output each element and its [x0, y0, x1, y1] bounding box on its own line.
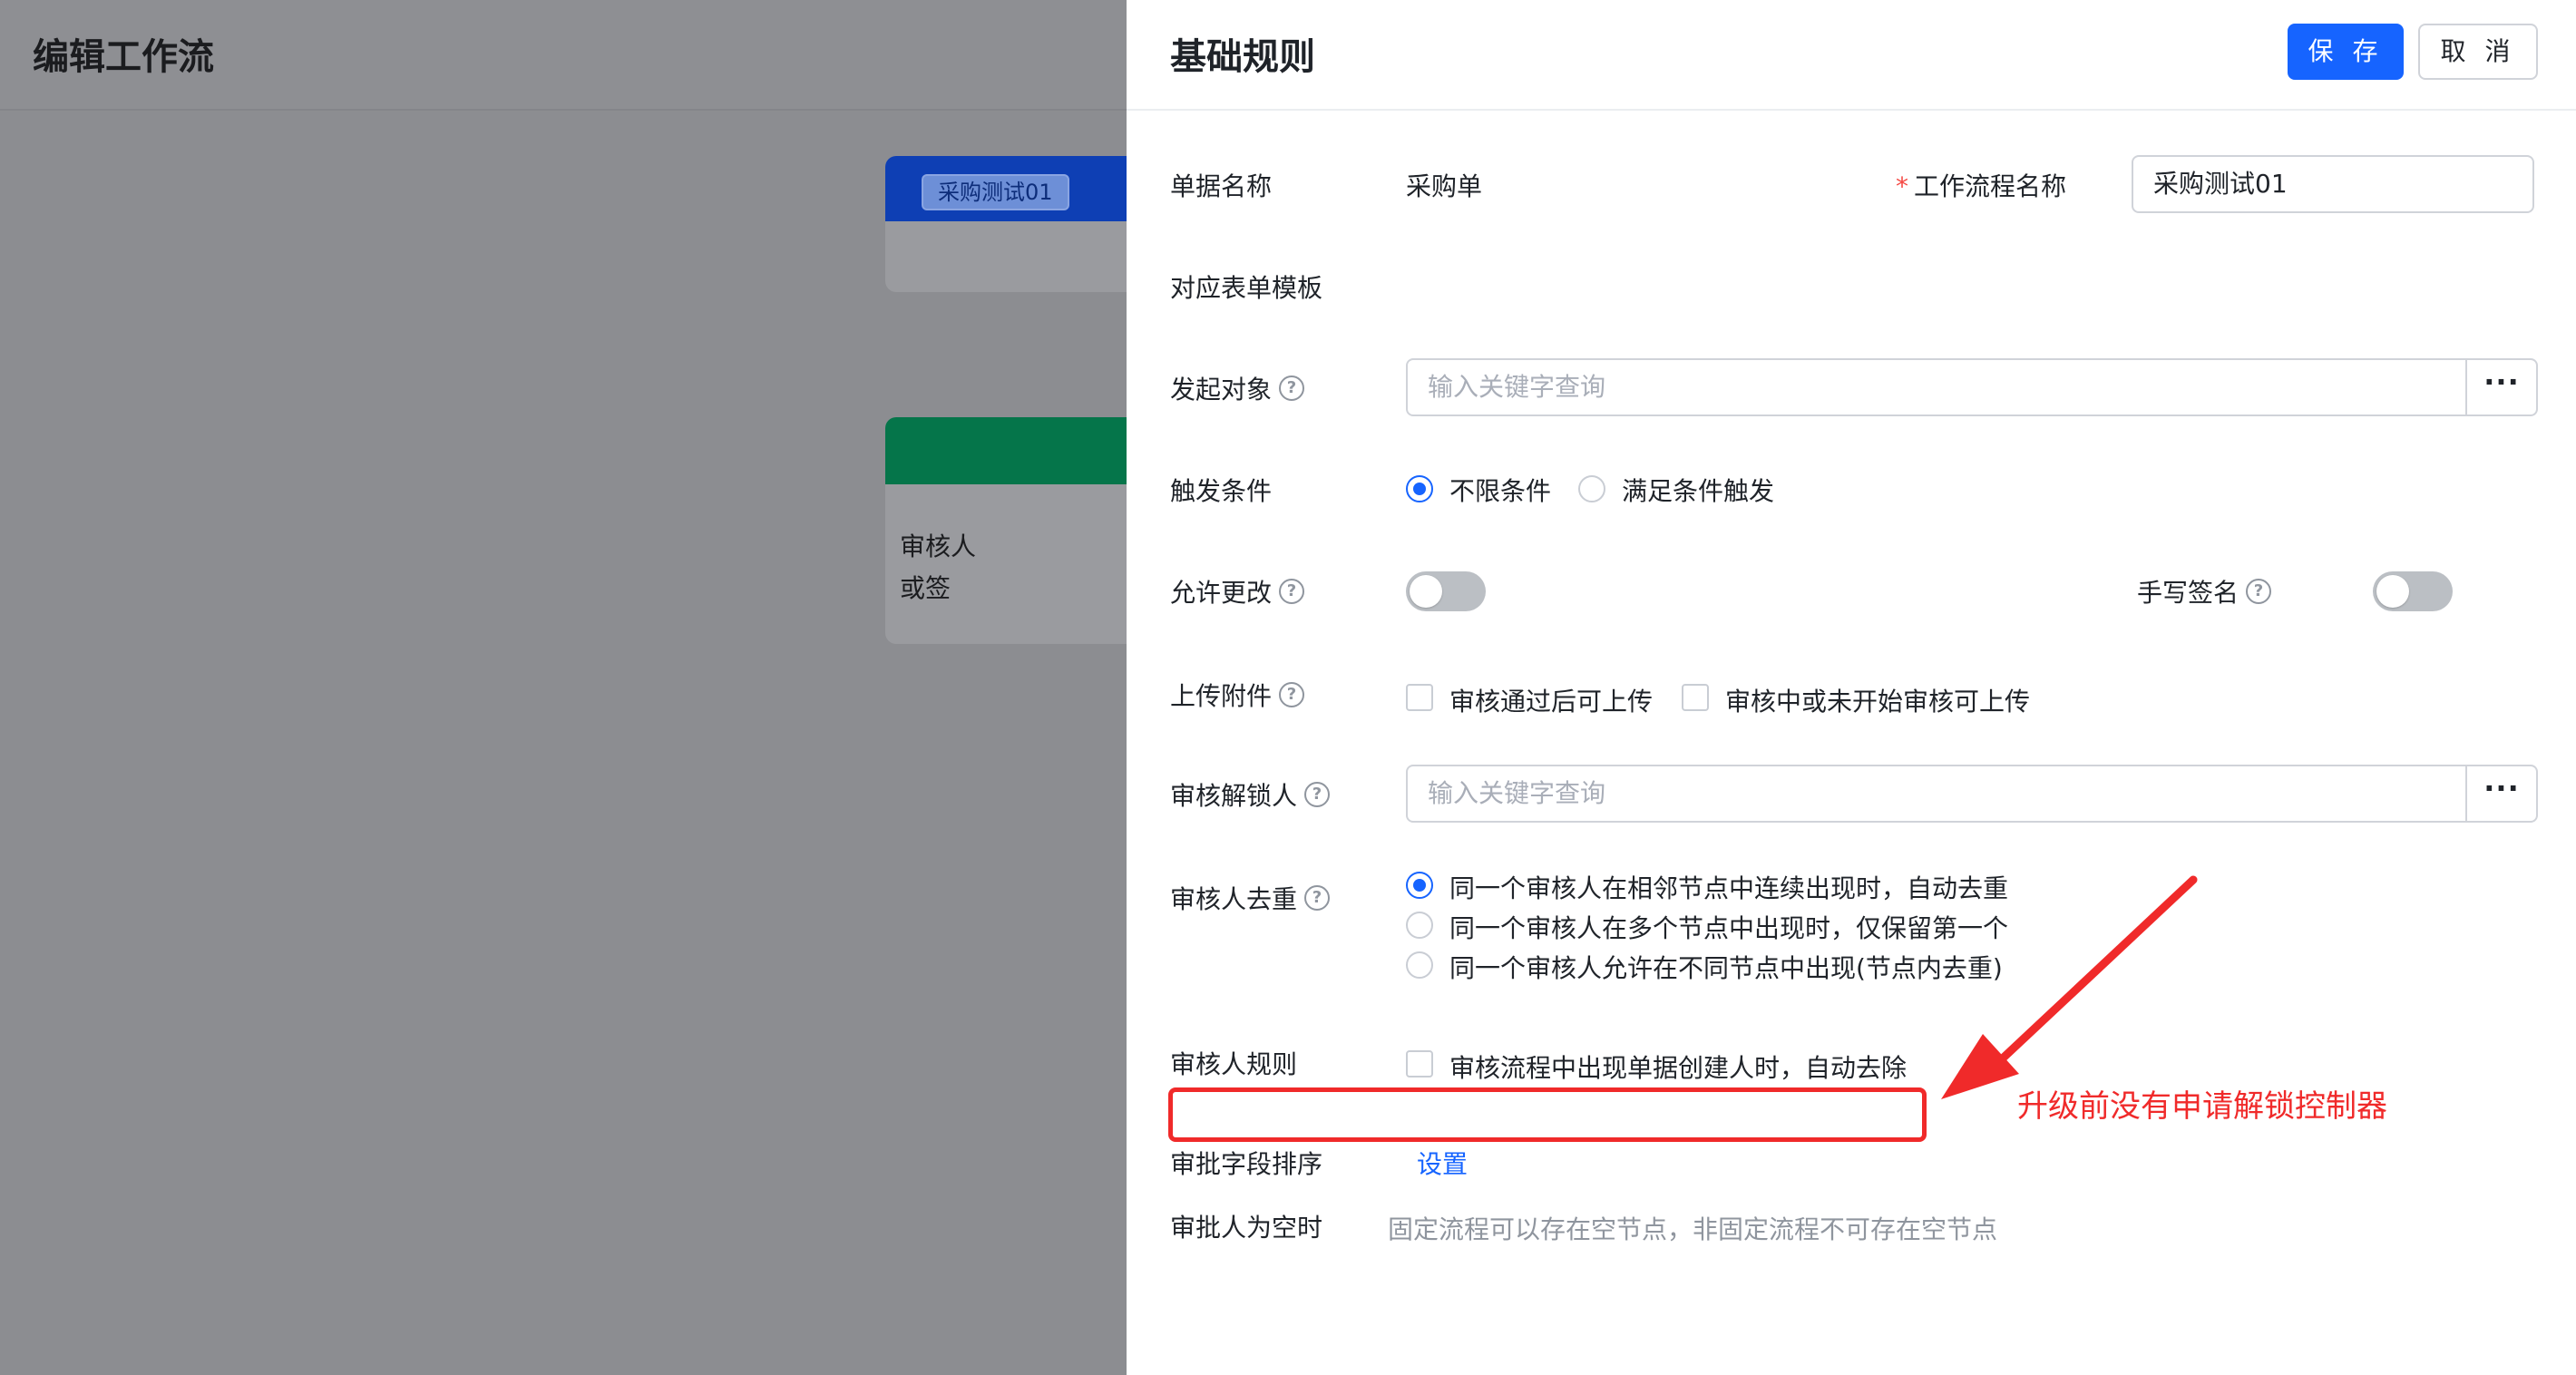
field-sort-label-text: 审批字段排序 — [1170, 1149, 1323, 1179]
upload-after-approval-checkbox[interactable] — [1406, 684, 1433, 711]
trigger-label-text: 触发条件 — [1170, 476, 1273, 506]
workflow-name-label: * 工作流程名称 — [1896, 167, 2066, 203]
remove-creator-label[interactable]: 审核流程中出现单据创建人时，自动去除 — [1449, 1048, 1907, 1085]
background-header: 编辑工作流 — [0, 0, 1127, 111]
trigger-label: 触发条件 — [1170, 472, 1272, 508]
page-title: 编辑工作流 — [33, 36, 214, 78]
allow-change-label: 允许更改? — [1170, 573, 1305, 609]
approver-node-text: 审核人 或签 — [900, 526, 976, 609]
approver-node-line-2: 或签 — [900, 573, 951, 603]
help-icon[interactable]: ? — [2246, 579, 2272, 604]
drawer-header: 基础规则 保 存 取 消 — [1127, 0, 2576, 111]
doc-name-value: 采购单 — [1406, 171, 1483, 201]
signature-label: 手写签名? — [2137, 573, 2272, 609]
doc-name-label: 单据名称 — [1170, 167, 1272, 203]
start-node-header: 采购测试01 — [885, 156, 1127, 221]
approver-node-header — [885, 417, 1127, 484]
doc-name-label-text: 单据名称 — [1170, 171, 1273, 201]
trigger-radio-unlimited[interactable] — [1406, 475, 1433, 502]
dedupe-option-per-node[interactable]: 同一个审核人允许在不同节点中出现(节点内去重) — [1449, 949, 2003, 985]
upload-after-approval-label[interactable]: 审核通过后可上传 — [1449, 682, 1653, 718]
reviewer-rule-label: 审核人规则 — [1170, 1045, 1297, 1081]
dedupe-radio-adjacent[interactable] — [1406, 872, 1433, 899]
allow-change-label-text: 允许更改 — [1170, 578, 1273, 608]
trigger-option-conditional[interactable]: 满足条件触发 — [1622, 472, 1774, 508]
workflow-name-tag: 采购测试01 — [922, 174, 1069, 210]
upload-during-review-checkbox[interactable] — [1682, 684, 1709, 711]
drawer-title: 基础规则 — [1170, 36, 1315, 78]
dedupe-radio-first-only[interactable] — [1406, 912, 1433, 939]
allow-change-toggle[interactable] — [1406, 571, 1486, 611]
unlocker-label: 审核解锁人? — [1170, 776, 1331, 813]
more-dots-icon: ··· — [2483, 771, 2520, 805]
initiator-label: 发起对象? — [1170, 370, 1305, 406]
signature-label-text: 手写签名 — [2137, 578, 2239, 608]
approver-node-line-1: 审核人 — [900, 531, 977, 561]
remove-creator-checkbox[interactable] — [1406, 1050, 1433, 1078]
signature-toggle[interactable] — [2373, 571, 2453, 611]
dedupe-label-text: 审核人去重 — [1170, 884, 1298, 914]
empty-approver-hint: 固定流程可以存在空节点，非固定流程不可存在空节点 — [1388, 1214, 1998, 1244]
field-sort-label: 审批字段排序 — [1170, 1145, 1322, 1181]
reviewer-rule-label-text: 审核人规则 — [1170, 1049, 1298, 1079]
empty-approver-label-text: 审批人为空时 — [1170, 1213, 1323, 1243]
workflow-name-label-text: 工作流程名称 — [1914, 171, 2067, 201]
field-sort-settings-link[interactable]: 设置 — [1417, 1145, 1468, 1181]
help-icon[interactable]: ? — [1304, 885, 1331, 911]
dedupe-radio-per-node[interactable] — [1406, 951, 1433, 979]
help-icon[interactable]: ? — [1279, 375, 1305, 401]
workflow-start-node: 采购测试01 — [885, 156, 1127, 292]
initiator-label-text: 发起对象 — [1170, 375, 1273, 405]
workflow-approver-node: 审核人 或签 — [885, 417, 1127, 644]
dedupe-option-first-only[interactable]: 同一个审核人在多个节点中出现时，仅保留第一个 — [1449, 909, 2008, 945]
dedupe-option-adjacent[interactable]: 同一个审核人在相邻节点中连续出现时，自动去重 — [1449, 869, 2008, 905]
trigger-option-unlimited[interactable]: 不限条件 — [1449, 472, 1551, 508]
initiator-more-button[interactable]: ··· — [2467, 358, 2538, 416]
more-dots-icon: ··· — [2483, 365, 2520, 399]
cancel-button[interactable]: 取 消 — [2418, 24, 2538, 80]
workflow-name-input[interactable]: 采购测试01 — [2132, 155, 2534, 213]
required-mark: * — [1896, 171, 1908, 201]
trigger-radio-conditional[interactable] — [1578, 475, 1605, 502]
upload-label: 上传附件? — [1170, 677, 1305, 713]
help-icon[interactable]: ? — [1304, 782, 1331, 807]
empty-approver-label: 审批人为空时 — [1170, 1208, 1322, 1244]
help-icon[interactable]: ? — [1279, 682, 1305, 707]
dedupe-label: 审核人去重? — [1170, 880, 1331, 916]
form-template-label: 对应表单模板 — [1170, 268, 1322, 305]
form-template-label-text: 对应表单模板 — [1170, 273, 1323, 303]
annotation-text: 升级前没有申请解锁控制器 — [2017, 1088, 2387, 1125]
unlocker-more-button[interactable]: ··· — [2467, 765, 2538, 823]
missing-unlock-controller-highlight — [1168, 1087, 1927, 1142]
unlocker-search-input[interactable]: 输入关键字查询 — [1406, 765, 2467, 823]
basic-rules-drawer: 基础规则 保 存 取 消 单据名称 采购单 * 工作流程名称 采购测试01 对应表… — [1127, 0, 2576, 1375]
upload-during-review-label[interactable]: 审核中或未开始审核可上传 — [1725, 682, 2030, 718]
help-icon[interactable]: ? — [1279, 579, 1305, 604]
initiator-search-input[interactable]: 输入关键字查询 — [1406, 358, 2467, 416]
unlocker-label-text: 审核解锁人 — [1170, 781, 1298, 811]
save-button[interactable]: 保 存 — [2288, 24, 2404, 80]
upload-label-text: 上传附件 — [1170, 681, 1273, 711]
